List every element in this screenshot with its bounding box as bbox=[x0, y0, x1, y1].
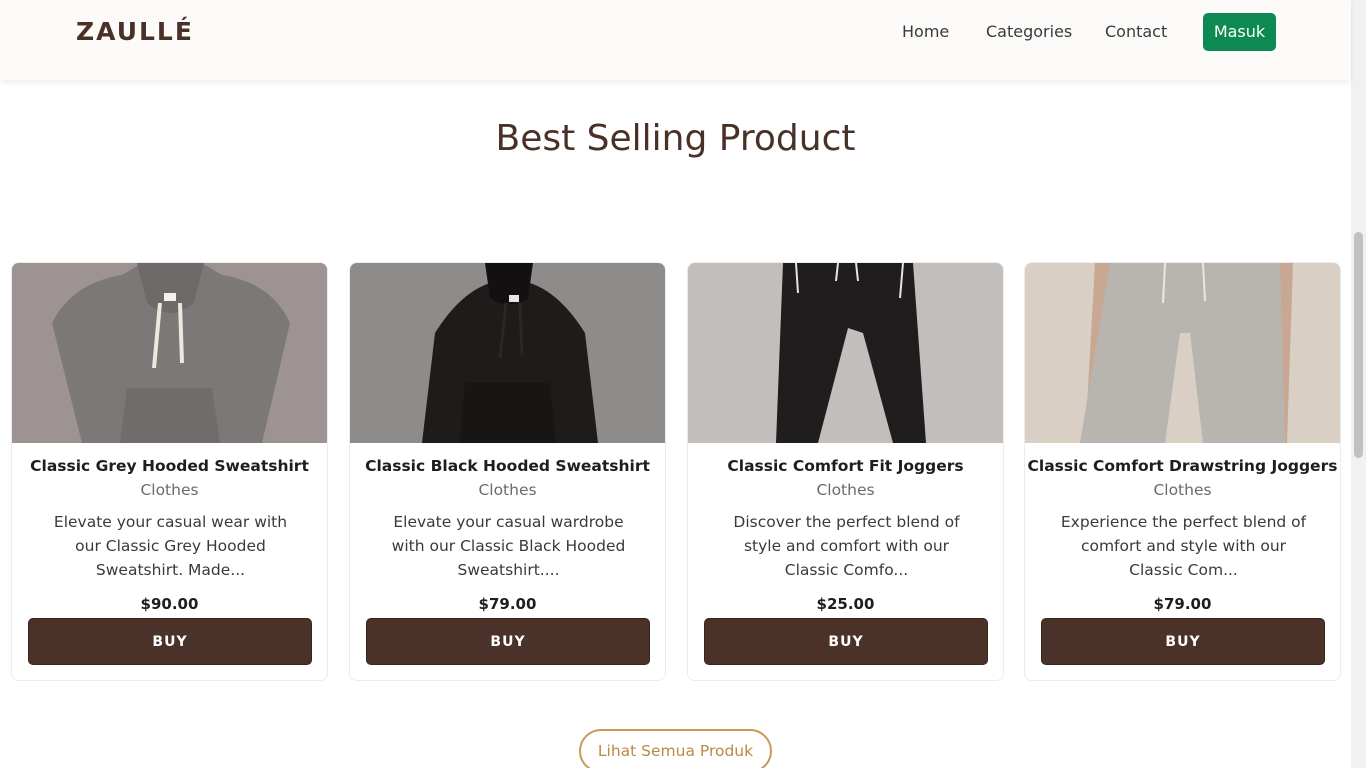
product-description: Experience the perfect blend of comfort … bbox=[1060, 513, 1307, 579]
buy-button[interactable]: BUY bbox=[1041, 618, 1325, 665]
product-title[interactable]: Classic Grey Hooded Sweatshirt bbox=[12, 457, 327, 475]
product-category: Clothes bbox=[1153, 481, 1212, 499]
product-card: Classic Grey Hooded Sweatshirt Clothes E… bbox=[11, 262, 328, 681]
buy-button[interactable]: BUY bbox=[28, 618, 312, 665]
product-title[interactable]: Classic Comfort Drawstring Joggers bbox=[1025, 457, 1340, 475]
product-card: Classic Black Hooded Sweatshirt Clothes … bbox=[349, 262, 666, 681]
product-description: Elevate your casual wear with our Classi… bbox=[53, 513, 288, 579]
product-price: $79.00 bbox=[478, 595, 537, 613]
navbar: ZAULLÉ Home Categories Contact Masuk bbox=[0, 0, 1351, 80]
page-scrollbar[interactable] bbox=[1351, 0, 1366, 768]
product-card: Classic Comfort Fit Joggers Clothes Disc… bbox=[687, 262, 1004, 681]
product-card: Classic Comfort Drawstring Joggers Cloth… bbox=[1024, 262, 1341, 681]
nav-categories-link[interactable]: Categories bbox=[986, 22, 1072, 41]
view-all-products-button[interactable]: Lihat Semua Produk bbox=[579, 729, 772, 768]
product-price: $90.00 bbox=[140, 595, 199, 613]
black-joggers-image[interactable] bbox=[688, 263, 1003, 443]
section-title: Best Selling Product bbox=[495, 118, 856, 159]
product-title[interactable]: Classic Black Hooded Sweatshirt bbox=[350, 457, 665, 475]
login-button[interactable]: Masuk bbox=[1203, 13, 1276, 51]
brand-logo[interactable]: ZAULLÉ bbox=[76, 17, 194, 46]
product-description: Discover the perfect blend of style and … bbox=[733, 513, 960, 579]
nav-contact-link[interactable]: Contact bbox=[1105, 22, 1167, 41]
product-category: Clothes bbox=[140, 481, 199, 499]
scrollbar-thumb[interactable] bbox=[1354, 232, 1363, 458]
product-category: Clothes bbox=[816, 481, 875, 499]
grey-hoodie-image[interactable] bbox=[12, 263, 327, 443]
beige-joggers-image[interactable] bbox=[1025, 263, 1340, 443]
buy-button[interactable]: BUY bbox=[366, 618, 650, 665]
buy-button[interactable]: BUY bbox=[704, 618, 988, 665]
product-price: $79.00 bbox=[1153, 595, 1212, 613]
product-category: Clothes bbox=[478, 481, 537, 499]
product-title[interactable]: Classic Comfort Fit Joggers bbox=[688, 457, 1003, 475]
black-hoodie-image[interactable] bbox=[350, 263, 665, 443]
nav-home-link[interactable]: Home bbox=[902, 22, 949, 41]
product-price: $25.00 bbox=[816, 595, 875, 613]
product-description: Elevate your casual wardrobe with our Cl… bbox=[391, 513, 626, 579]
